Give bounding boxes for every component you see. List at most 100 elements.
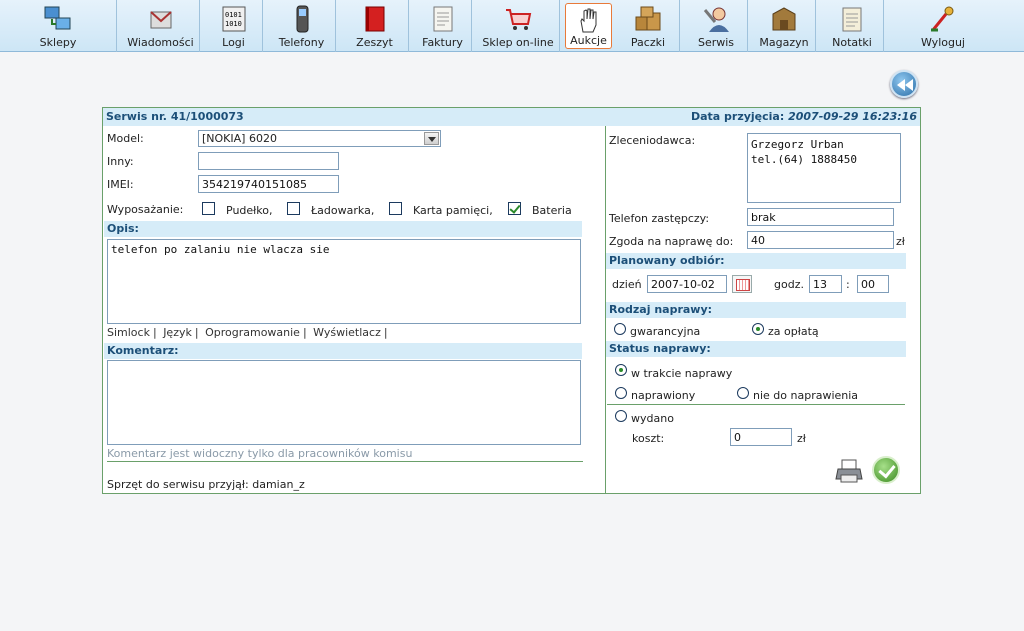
rewind-icon xyxy=(897,79,913,91)
back-button[interactable] xyxy=(890,70,918,98)
link-separator: | xyxy=(194,326,199,339)
toolbar-paczki[interactable]: Paczki xyxy=(617,0,680,52)
svg-text:0101: 0101 xyxy=(225,11,242,19)
toolbar-magazyn[interactable]: Magazyn xyxy=(753,0,816,52)
service-panel: Serwis nr. 41/1000073 Data przyjęcia: 20… xyxy=(102,107,921,494)
client-label: Zleceniodawca: xyxy=(609,134,696,147)
consent-label: Zgoda na naprawę do: xyxy=(609,235,734,248)
status-in-progress-label: w trakcie naprawy xyxy=(631,367,733,380)
toolbar-telefony[interactable]: Telefony xyxy=(268,0,336,52)
status-issued-label: wydano xyxy=(631,412,674,425)
equipment-box-checkbox[interactable] xyxy=(202,202,215,215)
invoice-icon xyxy=(428,4,458,34)
day-input[interactable] xyxy=(647,275,727,293)
toolbar-faktury[interactable]: Faktury xyxy=(414,0,472,52)
status-title: Status naprawy: xyxy=(606,341,906,357)
hour-label: godz. xyxy=(774,278,804,291)
calendar-icon[interactable] xyxy=(732,275,752,293)
repair-paid-radio[interactable] xyxy=(752,323,764,335)
repair-warranty-radio[interactable] xyxy=(614,323,626,335)
cart-icon xyxy=(503,4,533,34)
cost-input[interactable] xyxy=(730,428,792,446)
equipment-battery-checkbox[interactable] xyxy=(508,202,521,215)
toolbar-aukcje[interactable]: Aukcje xyxy=(565,3,612,49)
received-label: Data przyjęcia: xyxy=(690,110,785,123)
toolbar-serwis[interactable]: Serwis xyxy=(685,0,748,52)
link-display[interactable]: Wyświetlacz xyxy=(313,326,381,339)
other-label: Inny: xyxy=(107,155,134,168)
quick-links: Simlock | Język | Oprogramowanie | Wyświetl… xyxy=(107,326,391,339)
toolbar-label: Sklep on-line xyxy=(482,36,554,49)
logout-icon xyxy=(928,4,958,34)
minute-input[interactable] xyxy=(857,275,889,293)
toolbar-label: Serwis xyxy=(697,36,735,49)
day-label: dzień xyxy=(612,278,642,291)
other-input[interactable] xyxy=(198,152,339,170)
status-in-progress-radio[interactable] xyxy=(615,364,627,376)
model-select[interactable]: [NOKIA] 6020 xyxy=(198,130,441,147)
toolbar-label: Aukcje xyxy=(570,34,607,47)
link-software[interactable]: Oprogramowanie xyxy=(205,326,300,339)
hand-icon xyxy=(574,5,604,35)
toolbar-wiadomosci[interactable]: Wiadomości xyxy=(122,0,200,52)
description-title: Opis: xyxy=(104,221,582,237)
toolbar-label: Faktury xyxy=(422,36,463,49)
service-icon xyxy=(701,4,731,34)
link-separator: | xyxy=(302,326,307,339)
toolbar-label: Telefony xyxy=(278,36,325,49)
toolbar-sklepy[interactable]: Sklepy xyxy=(0,0,117,52)
description-textarea[interactable]: telefon po zalaniu nie wlacza sie xyxy=(107,239,581,324)
right-separator xyxy=(607,404,905,405)
pickup-title: Planowany odbiór: xyxy=(606,253,906,269)
imei-input[interactable] xyxy=(198,175,339,193)
toolbar-label: Wyloguj xyxy=(921,36,965,49)
link-language[interactable]: Język xyxy=(163,326,192,339)
packages-icon xyxy=(633,4,663,34)
printer-icon[interactable] xyxy=(835,457,863,485)
imei-label: IMEI: xyxy=(107,178,134,191)
model-label: Model: xyxy=(107,132,144,145)
toolbar-notatki[interactable]: Notatki xyxy=(821,0,884,52)
equipment-box-label: Pudełko, xyxy=(226,204,273,217)
received-date-row: Data przyjęcia: 2007-09-29 16:23:16 xyxy=(691,110,917,123)
toolbar-zeszyt[interactable]: Zeszyt xyxy=(341,0,409,52)
equipment-memory-card-label: Karta pamięci, xyxy=(413,204,493,217)
status-repaired-radio[interactable] xyxy=(615,387,627,399)
toolbar-logi[interactable]: 0101 1010 Logi xyxy=(205,0,263,52)
received-date: 2007-09-29 16:23:16 xyxy=(788,110,917,123)
toolbar-label: Logi xyxy=(222,36,245,49)
repair-warranty-label: gwarancyjna xyxy=(630,325,701,338)
comment-hint: Komentarz jest widoczny tylko dla pracow… xyxy=(107,447,413,460)
toolbar-sklep-online[interactable]: Sklep on-line xyxy=(477,0,560,52)
toolbar-label: Paczki xyxy=(630,36,666,49)
messages-icon xyxy=(146,4,176,34)
client-textarea[interactable]: Grzegorz Urban tel.(64) 1888450 xyxy=(747,133,901,203)
consent-input[interactable] xyxy=(747,231,894,249)
equipment-label: Wyposażanie: xyxy=(107,203,184,216)
link-simlock[interactable]: Simlock xyxy=(107,326,150,339)
equipment-battery-label: Bateria xyxy=(532,204,572,217)
equipment-charger-checkbox[interactable] xyxy=(287,202,300,215)
repair-type-title: Rodzaj naprawy: xyxy=(606,302,906,318)
replacement-phone-input[interactable] xyxy=(747,208,894,226)
chevron-down-icon xyxy=(424,132,439,145)
toolbar-label: Magazyn xyxy=(759,36,809,49)
panel-header: Serwis nr. 41/1000073 Data przyjęcia: 20… xyxy=(103,108,920,126)
comment-title: Komentarz: xyxy=(104,343,582,359)
logs-icon: 0101 1010 xyxy=(219,4,249,34)
shops-icon xyxy=(43,4,73,34)
svg-text:1010: 1010 xyxy=(225,20,242,28)
model-value: [NOKIA] 6020 xyxy=(202,132,277,145)
equipment-memory-card-checkbox[interactable] xyxy=(389,202,402,215)
notes-icon xyxy=(837,4,867,34)
status-unrepairable-label: nie do naprawienia xyxy=(753,389,859,402)
warehouse-icon xyxy=(769,4,799,34)
hour-input[interactable] xyxy=(809,275,842,293)
status-unrepairable-radio[interactable] xyxy=(737,387,749,399)
toolbar-wyloguj[interactable]: Wyloguj xyxy=(889,0,997,52)
consent-currency: zł xyxy=(896,235,905,248)
notebook-icon xyxy=(360,4,390,34)
save-check-icon[interactable] xyxy=(872,456,900,484)
status-issued-radio[interactable] xyxy=(615,410,627,422)
comment-textarea[interactable] xyxy=(107,360,581,445)
